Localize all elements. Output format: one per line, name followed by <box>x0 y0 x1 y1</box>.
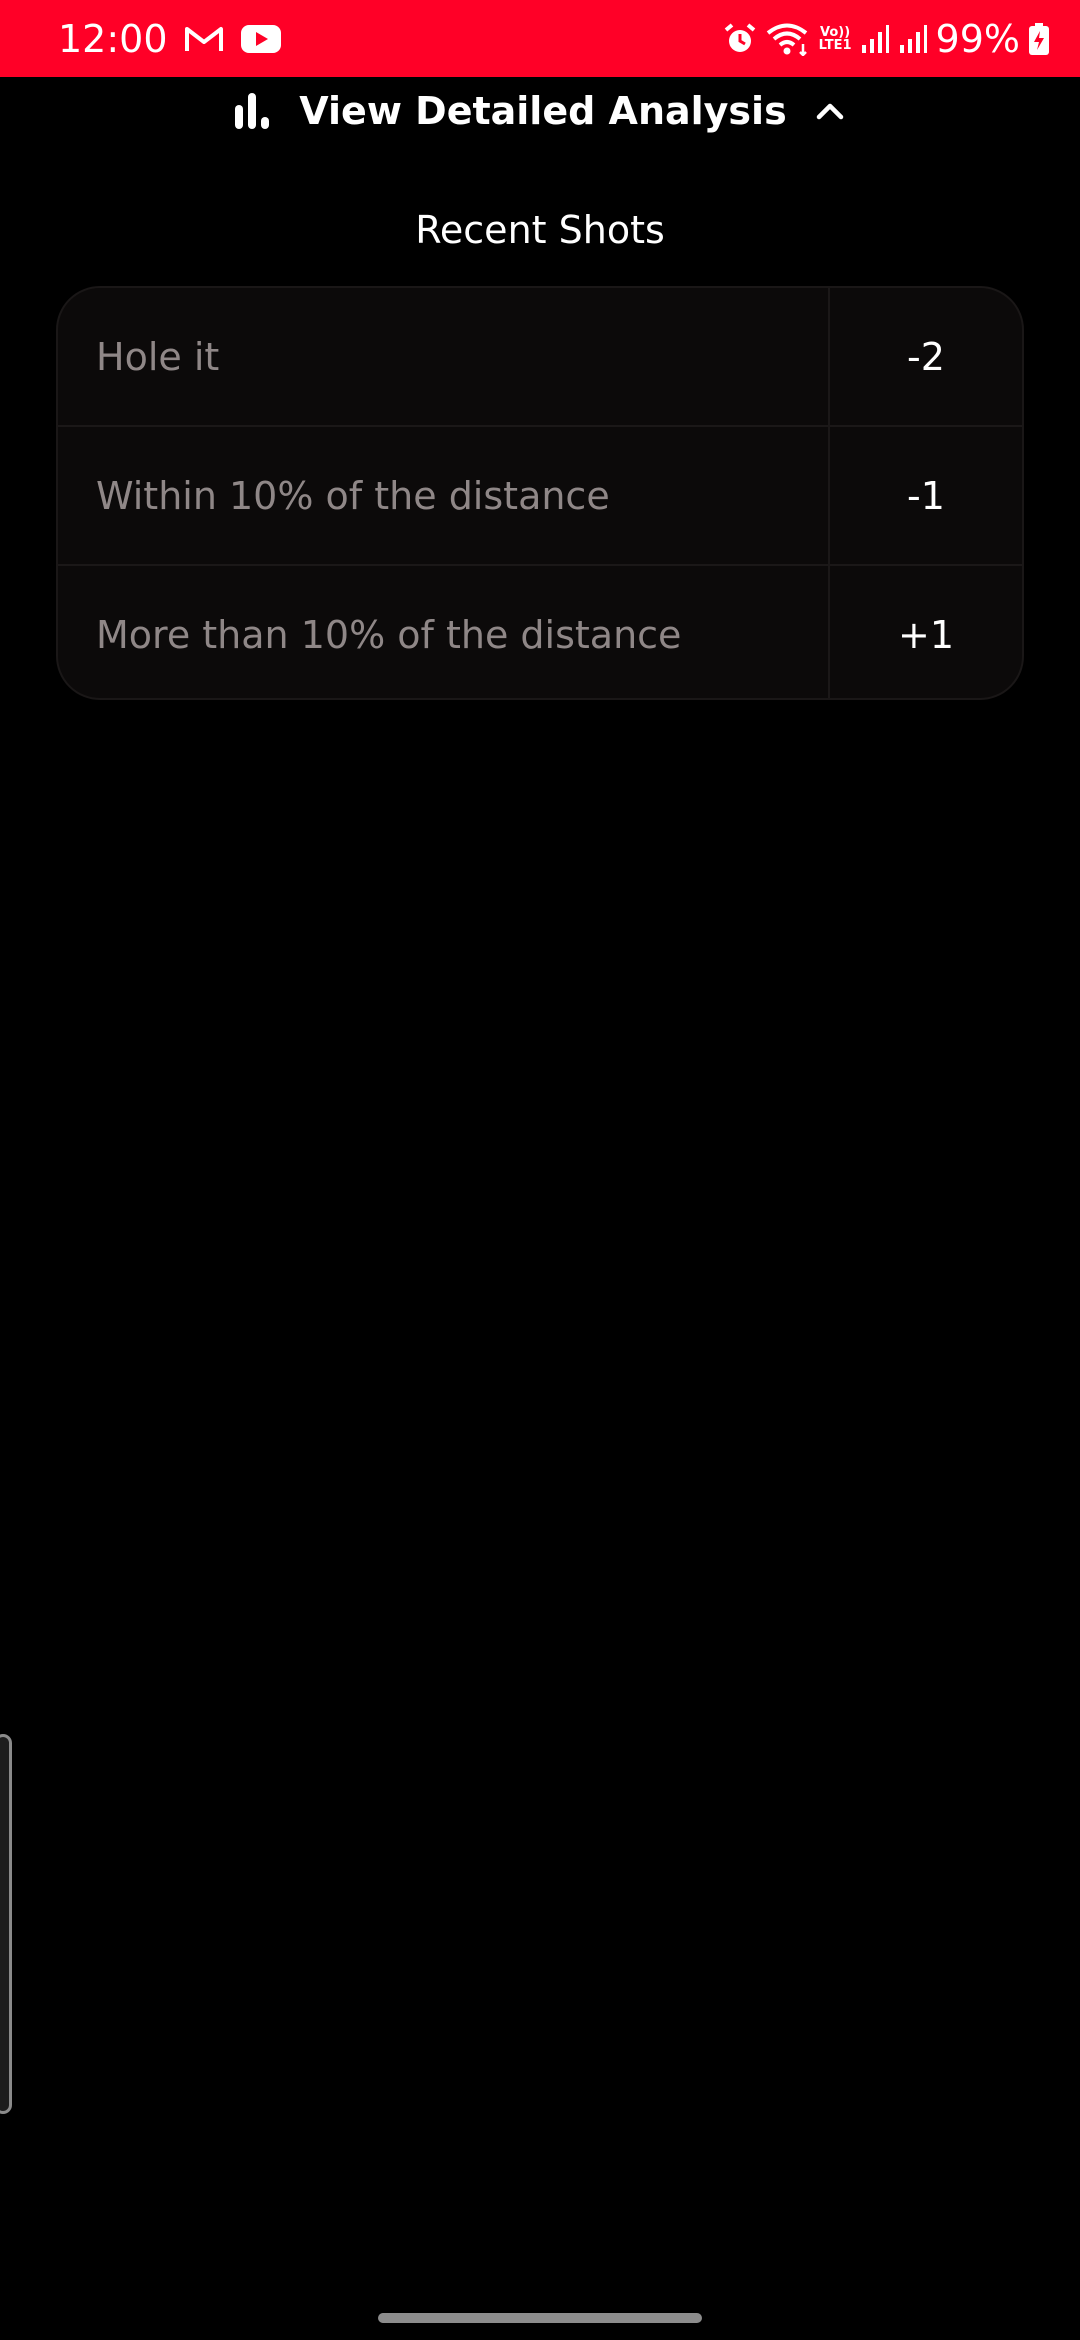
edge-panel-handle[interactable] <box>0 1734 12 2114</box>
view-detailed-analysis-toggle[interactable]: View Detailed Analysis <box>0 82 1080 140</box>
chevron-up-icon <box>813 94 847 128</box>
shot-label: Hole it <box>58 288 830 425</box>
table-row: Within 10% of the distance -1 <box>58 427 1022 566</box>
recent-shots-title: Recent Shots <box>415 208 665 252</box>
table-row: Hole it -2 <box>58 288 1022 427</box>
alarm-icon <box>723 22 757 56</box>
bar-chart-icon <box>233 91 273 131</box>
shot-value: -1 <box>907 473 945 518</box>
volte-bottom-text: LTE1 <box>818 37 852 53</box>
shot-label: More than 10% of the distance <box>58 566 830 698</box>
shot-value: +1 <box>897 612 955 657</box>
analysis-toggle-label: View Detailed Analysis <box>299 89 787 133</box>
status-right: Vo)) LTE1 99% <box>723 17 1050 61</box>
shot-label: Within 10% of the distance <box>58 427 830 564</box>
volte-icon: Vo)) LTE1 <box>819 26 852 52</box>
recent-shots-table: Hole it -2 Within 10% of the distance -1… <box>56 286 1024 700</box>
wifi-icon <box>765 22 811 56</box>
status-bar: 12:00 Vo)) LTE1 99% <box>0 0 1080 77</box>
youtube-icon <box>240 24 282 54</box>
shot-value: -2 <box>907 334 945 379</box>
status-time: 12:00 <box>58 16 168 61</box>
signal-icon <box>860 23 890 55</box>
gmail-icon <box>184 24 224 54</box>
status-left: 12:00 <box>58 17 282 61</box>
home-indicator[interactable] <box>378 2313 702 2323</box>
table-row: More than 10% of the distance +1 <box>58 566 1022 698</box>
battery-percent: 99% <box>935 16 1020 61</box>
signal-icon <box>898 23 928 55</box>
battery-charging-icon <box>1028 22 1050 56</box>
